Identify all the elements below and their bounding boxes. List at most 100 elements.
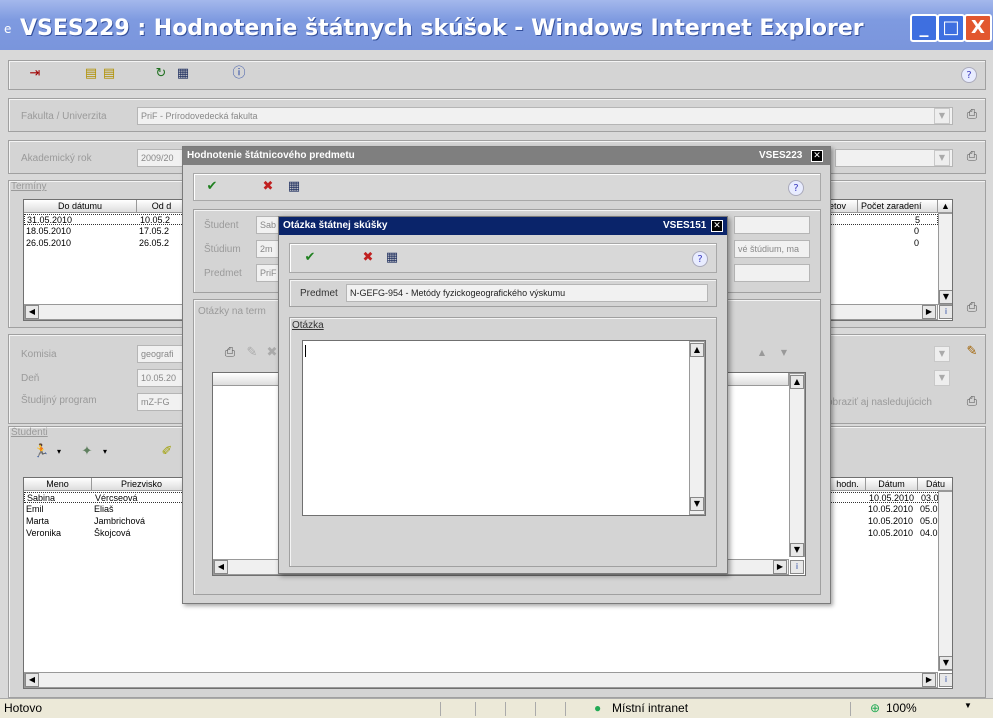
cell-first-name: Veronika (26, 528, 62, 538)
exit-icon[interactable]: ⇥ (27, 67, 43, 83)
column-header-pocet[interactable]: Počet zaradení (858, 200, 938, 213)
add-icon[interactable]: ⎙ (222, 346, 238, 362)
year-label: Akademický rok (21, 153, 92, 164)
close-icon[interactable]: ✕ (711, 220, 723, 232)
dialog-titlebar: Otázka štátnej skúšky (279, 217, 727, 235)
komisia-label: Komisia (21, 349, 57, 360)
cell-last-name: Jambrichová (94, 516, 146, 526)
vertical-scrollbar[interactable] (938, 491, 952, 671)
scroll-down-icon[interactable]: ▼ (939, 656, 952, 670)
move-up-icon[interactable]: ▲ (754, 346, 770, 362)
lookup-icon[interactable]: ⎙ (964, 301, 980, 317)
column-header-datum2[interactable]: Dátu (918, 478, 952, 491)
cell-count: 0 (914, 226, 920, 236)
chevron-down-icon[interactable]: ▼ (934, 150, 950, 166)
vertical-scrollbar[interactable] (789, 373, 805, 557)
zone-text: Místní intranet (612, 701, 689, 715)
edit-icon[interactable]: ✎ (964, 345, 980, 361)
info-icon[interactable]: i (939, 305, 952, 319)
help-icon[interactable]: ? (788, 180, 804, 196)
scroll-right-icon[interactable]: ▶ (922, 305, 936, 319)
info-icon[interactable]: i (939, 673, 952, 687)
show-next-label[interactable]: obraziť aj nasledujúcich (827, 397, 932, 408)
move-down-icon[interactable]: ▼ (776, 346, 792, 362)
column-header-meno[interactable]: Meno (24, 478, 92, 491)
maximize-button[interactable]: □ (937, 14, 965, 42)
export-icon[interactable]: ▦ (384, 251, 400, 267)
help-icon[interactable]: ? (961, 67, 977, 83)
scroll-down-icon[interactable]: ▼ (790, 543, 804, 557)
scroll-up-icon[interactable]: ▲ (690, 343, 704, 357)
person-icon[interactable]: 🏃 (33, 445, 49, 461)
close-icon[interactable]: ✕ (811, 150, 823, 162)
scroll-left-icon[interactable]: ◀ (25, 673, 39, 687)
column-header-hodnotenie[interactable]: hodn. (830, 478, 866, 491)
cell-date: 10.05.2010 (868, 516, 914, 526)
column-header-do-datumu[interactable]: Do dátumu (24, 200, 137, 213)
filter-icon[interactable]: ✦ (79, 445, 95, 461)
info-icon[interactable]: i (790, 560, 804, 574)
print-icon[interactable]: ▤ (83, 67, 99, 83)
question-textarea[interactable]: ▲ ▼ (302, 340, 706, 516)
main-toolbar: ⇥ ▤ ▤ ↻ ▦ ⓘ ? (8, 60, 986, 90)
chevron-down-icon[interactable]: ▼ (934, 370, 950, 386)
chevron-down-icon[interactable]: ▾ (51, 445, 67, 461)
refresh-icon[interactable]: ↻ (153, 67, 169, 83)
dialog-toolbar: ✔ ✖ ▦ ? (193, 173, 821, 201)
scroll-right-icon[interactable]: ▶ (922, 673, 936, 687)
scroll-down-icon[interactable]: ▼ (690, 497, 704, 511)
chevron-down-icon[interactable]: ▼ (934, 346, 950, 362)
cancel-icon[interactable]: ✖ (260, 180, 276, 196)
horizontal-scrollbar[interactable] (24, 672, 938, 688)
faculty-select[interactable]: PriF - Prírodovedecká fakulta (137, 107, 953, 125)
info-icon[interactable]: ⓘ (231, 67, 247, 83)
scroll-left-icon[interactable]: ◀ (25, 305, 39, 319)
scroll-up-icon[interactable]: ▲ (938, 200, 952, 213)
confirm-icon[interactable]: ✔ (302, 251, 318, 267)
scroll-right-icon[interactable]: ▶ (773, 560, 787, 574)
export-icon[interactable]: ▦ (286, 180, 302, 196)
notes-icon[interactable]: ✐ (159, 445, 175, 461)
help-icon[interactable]: ? (692, 251, 708, 267)
study-label: Štúdium (204, 244, 241, 255)
confirm-icon[interactable]: ✔ (204, 180, 220, 196)
question-dialog: Otázka štátnej skúšky VSES151 ✕ ✔ ✖ ▦ ? … (278, 216, 728, 574)
lookup-icon[interactable]: ⎙ (964, 150, 980, 166)
cell-first-name: Marta (26, 516, 50, 526)
chevron-down-icon[interactable]: ▾ (97, 445, 113, 461)
chevron-down-icon[interactable]: ▼ (934, 108, 950, 124)
lookup-icon[interactable]: ⎙ (964, 108, 980, 124)
scroll-left-icon[interactable]: ◀ (214, 560, 228, 574)
vertical-scrollbar[interactable] (689, 341, 705, 515)
scroll-up-icon[interactable]: ▲ (790, 375, 804, 389)
program-label: Študijný program (21, 395, 97, 406)
cell-date: 10.05.2010 (869, 493, 915, 503)
column-header-priezvisko[interactable]: Priezvisko (92, 478, 192, 491)
ie-icon: e (4, 22, 12, 36)
den-label: Deň (21, 373, 40, 384)
chevron-down-icon[interactable]: ▼ (964, 701, 972, 710)
student-field-extra[interactable] (734, 216, 810, 234)
column-header-datum[interactable]: Dátum (866, 478, 918, 491)
column-header-od-datumu[interactable]: Od d (137, 200, 187, 213)
zoom-icon[interactable]: ⊕ (870, 701, 880, 715)
edit-icon[interactable]: ✎ (244, 346, 260, 362)
questions-label: Otázky na term (198, 306, 266, 317)
lookup-icon[interactable]: ⎙ (964, 395, 980, 411)
study-field-extra[interactable]: vé štúdium, ma (734, 240, 810, 258)
cancel-icon[interactable]: ✖ (360, 251, 376, 267)
scroll-down-icon[interactable]: ▼ (939, 290, 952, 304)
window-title: VSES229 : Hodnotenie štátnych skúšok - W… (20, 16, 864, 41)
export-icon[interactable]: ▦ (175, 67, 191, 83)
subject-field-extra[interactable] (734, 264, 810, 282)
intranet-icon: ● (594, 701, 602, 715)
zoom-level[interactable]: 100% (886, 701, 917, 715)
subject-field[interactable]: N-GEFG-954 - Metódy fyzickogeografického… (346, 284, 708, 302)
question-panel: Otázka ▲ ▼ (289, 317, 717, 567)
dialog-toolbar: ✔ ✖ ▦ ? (289, 243, 717, 273)
cell-count: 5 (915, 215, 921, 225)
print-preview-icon[interactable]: ▤ (101, 67, 117, 83)
dialog-code: VSES151 (663, 220, 707, 231)
close-button[interactable]: X (964, 14, 992, 42)
minimize-button[interactable]: _ (910, 14, 938, 42)
